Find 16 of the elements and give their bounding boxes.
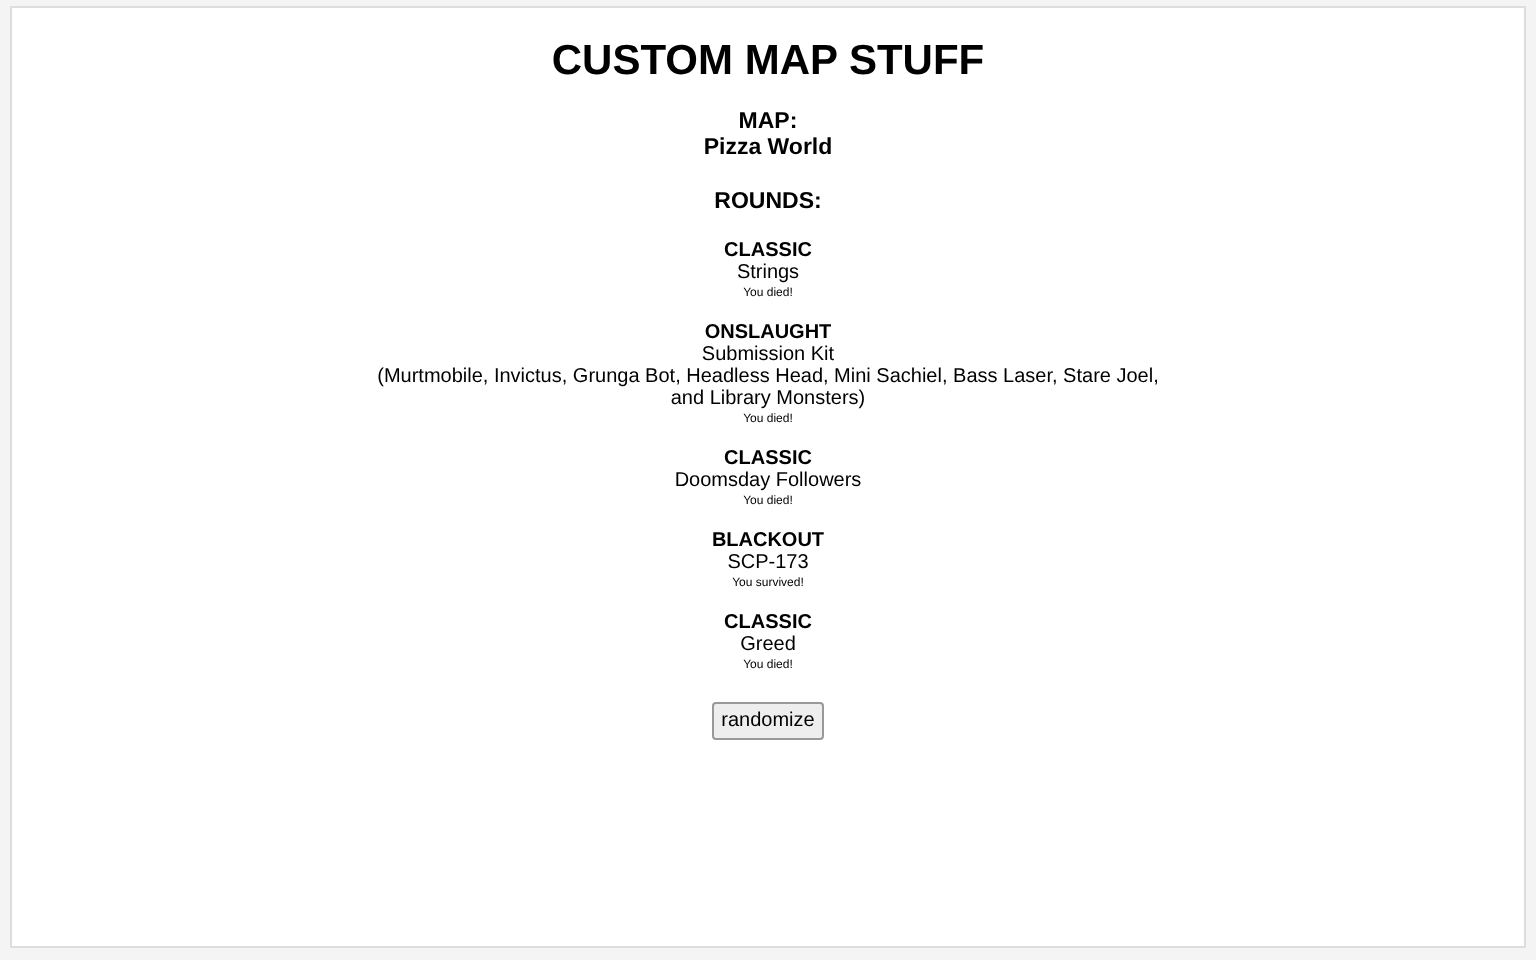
rounds-label: ROUNDS: [712, 188, 824, 219]
map-name: Pizza World [701, 136, 835, 163]
round-enemy: Submission Kit [699, 344, 837, 367]
round-mode: BLACKOUT [709, 530, 827, 553]
randomize-button[interactable]: randomize [711, 702, 825, 741]
round-mode: ONSLAUGHT [702, 322, 834, 345]
round-mode: CLASSIC [722, 448, 814, 471]
map-label: MAP: [736, 110, 800, 137]
round-detail: (Murtmobile, Invictus, Grunga Bot, Headless Head, Mini Sachiel, Bass Laser, Stare Joel, and Library Monsters) [375, 366, 1161, 411]
round-enemy: Doomsday Followers [672, 470, 864, 493]
round-mode: CLASSIC [722, 612, 814, 635]
round-enemy: SCP-173 [725, 552, 811, 575]
round-enemy: Greed [738, 634, 798, 657]
page-title: CUSTOM MAP STUFF [549, 36, 987, 87]
round-enemy: Strings [734, 262, 802, 285]
round-mode: CLASSIC [722, 240, 814, 263]
